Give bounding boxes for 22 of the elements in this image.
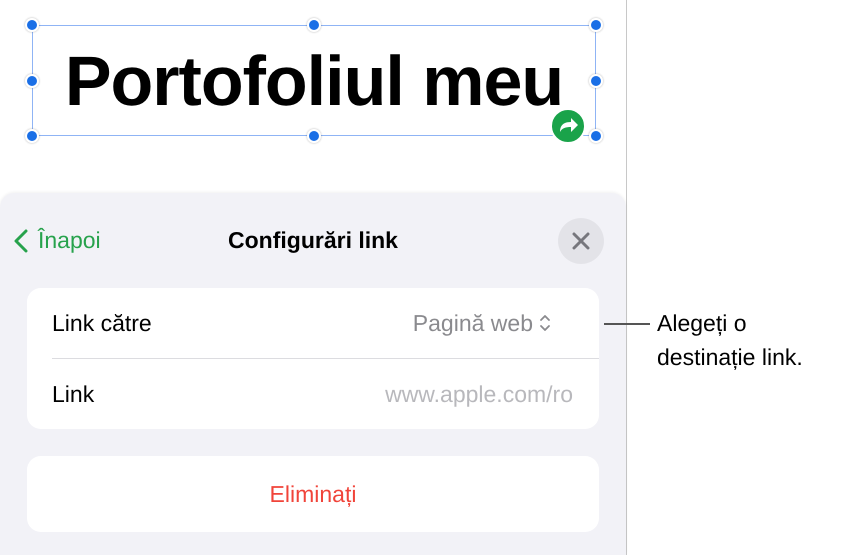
heading-text: Portofoliul meu [64,40,564,120]
resize-handle[interactable] [25,74,39,88]
resize-handle[interactable] [589,74,603,88]
resize-handle[interactable] [307,129,321,143]
leader-line [604,323,650,324]
up-down-chevron-icon [539,313,551,333]
row-label: Link către [52,310,152,336]
callout-text: Alegeți o destinație link. [657,309,804,372]
resize-handle[interactable] [25,18,39,32]
back-button[interactable]: Înapoi [14,227,101,254]
resize-handle[interactable] [25,129,39,143]
url-field[interactable]: www.apple.com/ro [313,380,573,408]
remove-button[interactable]: Eliminați [27,456,599,532]
close-button[interactable] [558,218,604,264]
link-type-popup[interactable]: Pagină web [412,310,551,336]
chevron-left-icon [14,228,28,252]
close-icon [572,232,590,250]
row-label: Link [52,380,94,408]
resize-handle[interactable] [589,129,603,143]
sheet-title: Configurări link [228,227,398,253]
resize-handle[interactable] [589,18,603,32]
resize-handle[interactable] [307,18,321,32]
